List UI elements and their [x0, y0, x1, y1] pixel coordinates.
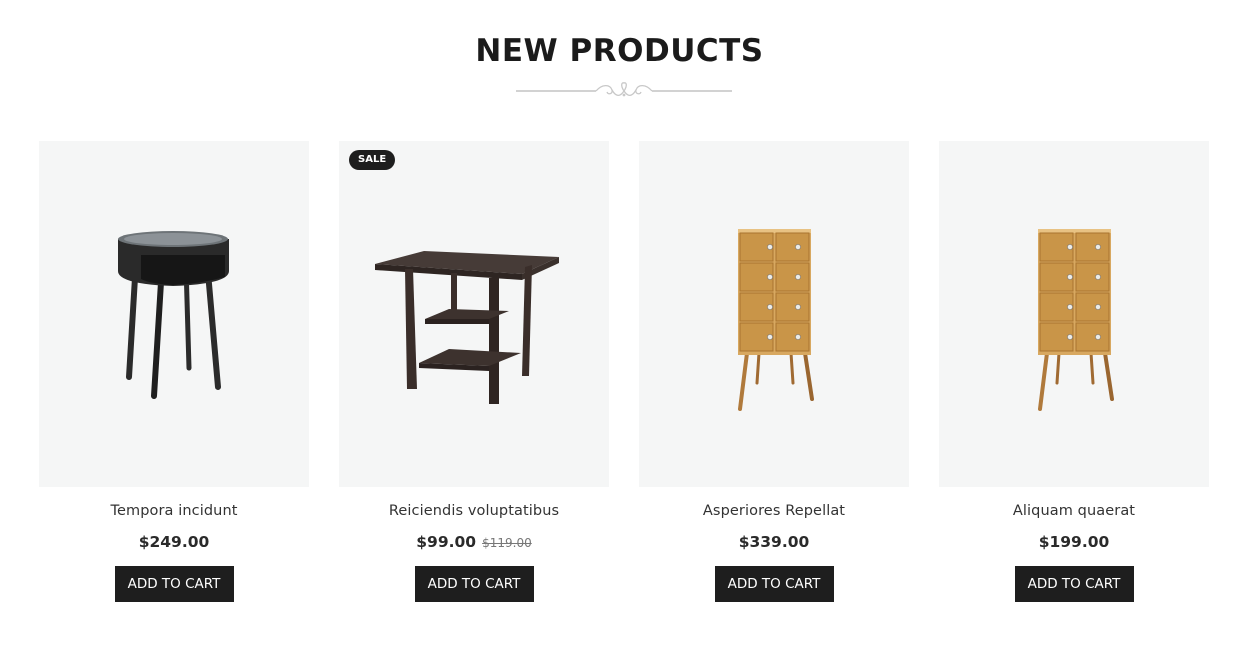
product-price: $249.00: [138, 533, 210, 551]
add-to-cart-button[interactable]: ADD TO CART: [1014, 566, 1134, 602]
dark-wood-table-image: [375, 251, 559, 404]
product-card[interactable]: SALE Reiciendis voluptatibus $99.00 $119.…: [339, 141, 609, 602]
product-name[interactable]: Tempora incidunt: [39, 503, 309, 519]
product-old-price: $119.00: [482, 536, 532, 550]
product-price: $99.00: [416, 533, 477, 551]
product-card[interactable]: Tempora incidunt $249.00 ADD TO CART: [39, 141, 309, 602]
add-to-cart-button[interactable]: ADD TO CART: [114, 566, 234, 602]
add-to-cart-button[interactable]: ADD TO CART: [414, 566, 534, 602]
drawer-cabinet-image: [738, 229, 814, 411]
section-title: NEW PRODUCTS: [475, 33, 764, 69]
add-to-cart-button[interactable]: ADD TO CART: [714, 566, 834, 602]
product-image[interactable]: [939, 141, 1209, 487]
sale-badge: SALE: [349, 150, 396, 170]
product-name[interactable]: Reiciendis voluptatibus: [339, 503, 609, 519]
product-card[interactable]: Aliquam quaerat $199.00 ADD TO CART: [939, 141, 1209, 602]
product-name[interactable]: Aliquam quaerat: [939, 503, 1209, 519]
product-name[interactable]: Asperiores Repellat: [639, 503, 909, 519]
drawer-cabinet-image: [1038, 229, 1114, 411]
round-side-table-image: [118, 231, 229, 399]
product-price: $199.00: [1038, 533, 1110, 551]
product-card[interactable]: Asperiores Repellat $339.00 ADD TO CART: [639, 141, 909, 602]
product-price: $339.00: [738, 533, 810, 551]
product-image[interactable]: SALE: [339, 141, 609, 487]
product-image[interactable]: [639, 141, 909, 487]
ornament-divider-icon: [516, 82, 732, 97]
product-image[interactable]: [39, 141, 309, 487]
